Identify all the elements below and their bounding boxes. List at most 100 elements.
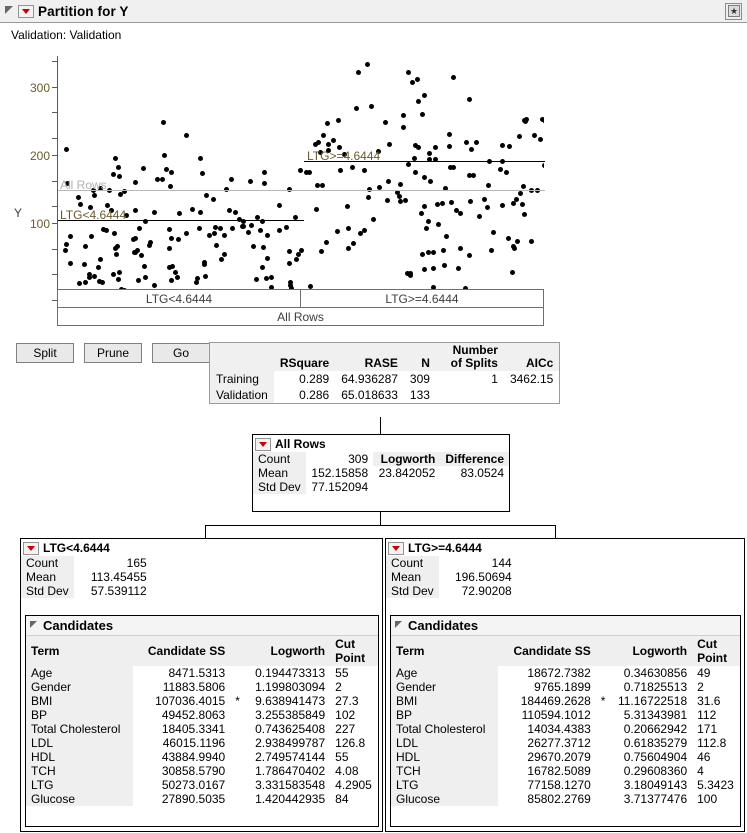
table-row[interactable]: TCH 30858.5790 1.786470402 4.08: [26, 764, 378, 778]
scatter-point: [200, 171, 206, 177]
scatter-point: [233, 209, 239, 215]
scatter-point: [521, 211, 527, 217]
right-sd-label: Std Dev: [386, 584, 439, 598]
fitstats-rsquare: 0.286: [299, 388, 330, 402]
table-row[interactable]: Age 18672.7382 0.34630856 49: [391, 666, 740, 680]
scatter-point: [420, 111, 425, 117]
table-row[interactable]: Total Cholesterol 18405.3341 0.743625408 22…: [26, 722, 378, 736]
scatter-point: [250, 244, 256, 250]
left-sd-value: 57.539112: [90, 584, 147, 598]
cand-term: LDL: [391, 736, 499, 750]
scatter-point: [468, 146, 474, 152]
scatter-point: [166, 265, 172, 271]
scatter-point: [431, 250, 436, 256]
scatter-point: [116, 164, 122, 170]
scatter-point: [89, 233, 95, 239]
table-row[interactable]: Gender 9765.1899 0.71825513 2: [391, 680, 740, 694]
node-title: LTG>=4.6444: [408, 541, 482, 555]
triangle-open-icon[interactable]: [30, 620, 40, 631]
cand-cutpoint: 102: [335, 708, 356, 722]
scatter-point: [169, 235, 175, 241]
tree-node-left[interactable]: LTG<4.6444 Count 165 Mean 113.45455 Std …: [20, 538, 383, 832]
table-row[interactable]: HDL 29670.2079 0.75604904 46: [391, 750, 740, 764]
cand-col-ss: Candidate SS: [498, 636, 596, 666]
scatter-point: [435, 202, 441, 208]
cand-col-logworth: Logworth: [244, 636, 331, 666]
scatter-point: [203, 273, 208, 279]
root-logworth-value: 23.842052: [378, 466, 436, 480]
cand-logworth: 3.71377476: [623, 792, 688, 806]
table-row[interactable]: Total Cholesterol 14034.4383 0.20662942 171: [391, 722, 740, 736]
root-difference-value: 83.0524: [460, 466, 504, 480]
partition-report-window: Partition for Y ★ Validation: Validation…: [0, 0, 747, 833]
triangle-open-icon[interactable]: [395, 620, 405, 631]
tree-node-right[interactable]: LTG>=4.6444 Count 144 Mean 196.50694 Std…: [385, 538, 745, 832]
scatter-point: [498, 167, 504, 173]
cand-logworth: 0.75604904: [623, 750, 688, 764]
table-row[interactable]: LTG 50273.0167 3.331583548 4.2905: [26, 778, 378, 792]
scatter-point: [486, 183, 492, 189]
table-row[interactable]: LTG 77158.1270 3.18049143 5.3423: [391, 778, 740, 792]
cand-cutpoint: 112.8: [697, 736, 727, 750]
go-button[interactable]: Go: [152, 343, 210, 363]
table-row[interactable]: Gender 11883.5806 1.199803094 2: [26, 680, 378, 694]
red-triangle-menu-icon[interactable]: [255, 437, 271, 451]
cand-ss: 27890.5035: [161, 792, 226, 806]
scatter-point: [412, 169, 418, 175]
cand-logworth: 9.638941473: [255, 694, 326, 708]
red-triangle-menu-icon[interactable]: [23, 541, 39, 555]
table-row[interactable]: BMI 184469.2628 * 11.16722518 31.6: [391, 694, 740, 708]
scatter-point: [212, 225, 218, 230]
scatter-point: [466, 172, 472, 178]
scatter-point: [139, 252, 145, 258]
prune-button[interactable]: Prune: [84, 343, 142, 363]
scatter-point: [369, 104, 375, 109]
scatter-point: [198, 156, 203, 162]
table-row[interactable]: HDL 43884.9940 2.749574144 55: [26, 750, 378, 764]
table-row[interactable]: Age 8471.5313 0.194473313 55: [26, 666, 378, 680]
node-title: All Rows: [275, 437, 326, 451]
table-row[interactable]: BP 110594.1012 5.31343981 112: [391, 708, 740, 722]
scatter-point: [474, 140, 480, 146]
scatter-point: [432, 144, 438, 150]
scatter-point: [143, 275, 148, 281]
scatter-point: [137, 226, 142, 232]
red-triangle-menu-icon[interactable]: [388, 541, 404, 555]
scatter-point: [441, 248, 447, 254]
cand-col-ss: Candidate SS: [132, 636, 231, 666]
cand-ss: 18672.7382: [527, 666, 591, 680]
cand-term: HDL: [391, 750, 499, 764]
split-bar-right[interactable]: LTG>=4.6444: [300, 289, 544, 308]
triangle-open-icon[interactable]: [4, 5, 16, 17]
red-triangle-menu-icon[interactable]: [18, 4, 34, 18]
node-header: LTG<4.6444: [21, 539, 382, 556]
scatter-point: [92, 273, 98, 279]
tree-node-all-rows[interactable]: All Rows Count 309 Logworth Difference M…: [252, 434, 510, 512]
scatter-point: [246, 229, 252, 235]
table-row[interactable]: LDL 26277.3712 0.61835279 112.8: [391, 736, 740, 750]
table-row[interactable]: TCH 16782.5089 0.29608360 4: [391, 764, 740, 778]
window-restore-button[interactable]: ★: [725, 3, 742, 20]
scatter-point: [351, 240, 356, 246]
split-button[interactable]: Split: [16, 343, 74, 363]
scatter-point: [345, 225, 351, 231]
scatter-point: [132, 207, 138, 213]
scatter-point: [422, 175, 428, 181]
split-bar-root[interactable]: All Rows: [57, 307, 544, 326]
scatter-point: [440, 200, 446, 206]
table-row[interactable]: BMI 107036.4015 * 9.638941473 27.3: [26, 694, 378, 708]
table-row[interactable]: Glucose 27890.5035 1.420442935 84: [26, 792, 378, 806]
cand-star: [230, 778, 245, 792]
scatter-point: [196, 226, 202, 232]
table-row[interactable]: Glucose 85802.2769 3.71377476 100: [391, 792, 740, 806]
candidates-header: Candidates: [391, 616, 740, 636]
scatter-point: [421, 266, 427, 272]
scatter-point: [345, 246, 351, 252]
left-count-value: 165: [126, 556, 147, 570]
split-bar-left[interactable]: LTG<4.6444: [57, 289, 301, 308]
cand-cutpoint: 227: [335, 722, 356, 736]
candidates-title: Candidates: [408, 618, 479, 633]
cand-term: Glucose: [26, 792, 133, 806]
table-row[interactable]: BP 49452.8063 3.255385849 102: [26, 708, 378, 722]
table-row[interactable]: LDL 46015.1196 2.938499787 126.8: [26, 736, 378, 750]
